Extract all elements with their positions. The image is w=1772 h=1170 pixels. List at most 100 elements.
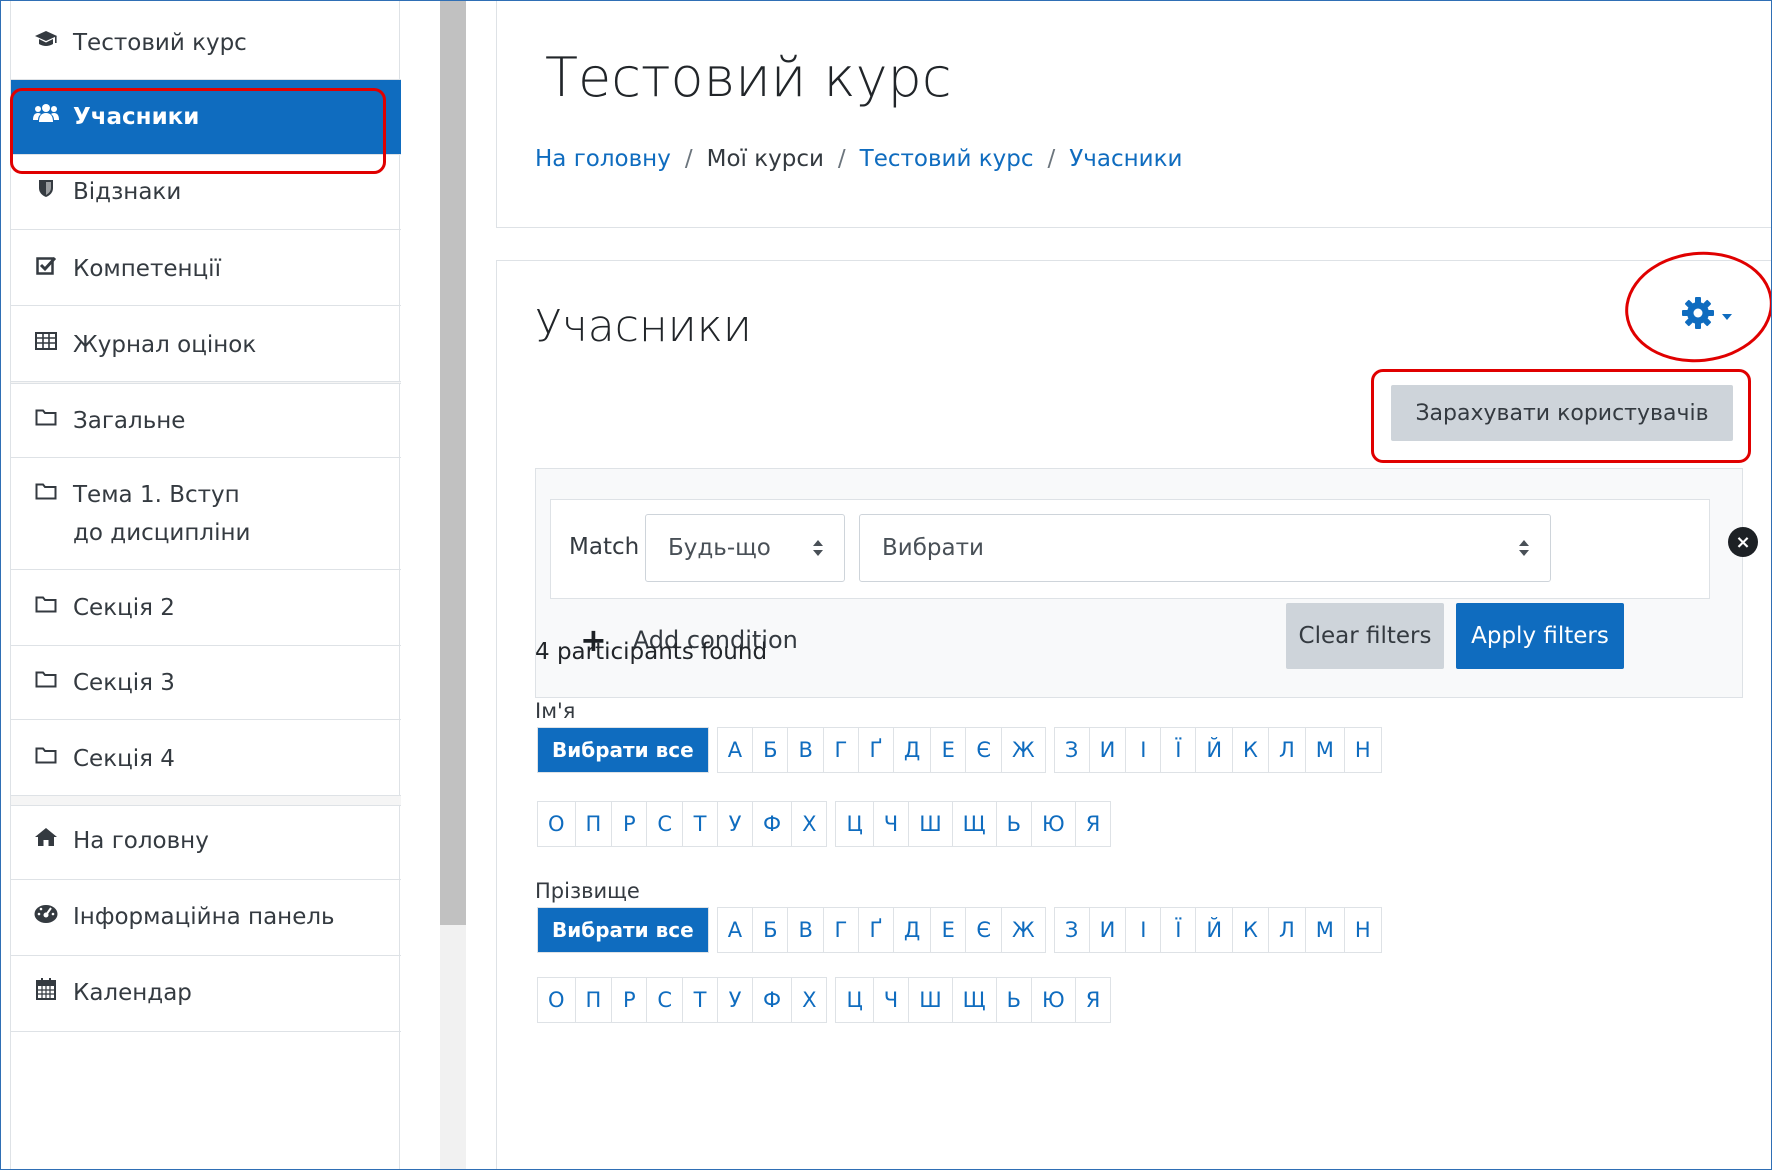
match-select[interactable]: Будь-що: [645, 514, 845, 582]
last-name-letter-button[interactable]: Т: [682, 977, 718, 1023]
sidebar-item-section-2[interactable]: Секція 2: [11, 570, 401, 646]
first-name-letter-button[interactable]: О: [537, 801, 576, 847]
enrol-users-button[interactable]: Зарахувати користувачів: [1391, 385, 1733, 441]
page-header: Тестовий курс На головну / Мої курси / Т…: [496, 0, 1772, 228]
last-name-letter-button[interactable]: В: [787, 907, 824, 953]
sidebar-item-label: Журнал оцінок: [73, 332, 257, 358]
first-name-letter-button[interactable]: А: [716, 727, 754, 773]
last-name-letter-button[interactable]: С: [646, 977, 683, 1023]
last-name-letter-button[interactable]: Ц: [835, 977, 874, 1023]
last-name-letter-button[interactable]: У: [717, 977, 753, 1023]
first-name-letter-button[interactable]: І: [1125, 727, 1162, 773]
first-name-letter-button[interactable]: Ш: [908, 801, 953, 847]
first-name-letter-button[interactable]: Х: [791, 801, 828, 847]
first-name-letter-button[interactable]: Ю: [1031, 801, 1076, 847]
first-name-letter-button[interactable]: К: [1232, 727, 1269, 773]
actions-menu-button[interactable]: [1681, 295, 1741, 335]
first-name-letter-button[interactable]: Л: [1267, 727, 1306, 773]
first-name-letter-button[interactable]: Д: [892, 727, 932, 773]
last-name-letter-button[interactable]: Б: [752, 907, 789, 953]
last-name-letter-button[interactable]: Ш: [908, 977, 953, 1023]
last-name-letter-button[interactable]: П: [574, 977, 613, 1023]
last-name-letter-button[interactable]: Щ: [951, 977, 997, 1023]
first-name-letter-button[interactable]: Ф: [752, 801, 793, 847]
last-name-letter-button[interactable]: Д: [892, 907, 932, 953]
breadcrumb-participants[interactable]: Учасники: [1069, 146, 1182, 172]
last-name-letter-button[interactable]: М: [1304, 907, 1345, 953]
condition-select-value: Вибрати: [882, 535, 984, 561]
sidebar-item-topic-1[interactable]: Тема 1. Вступ до дисципліни: [11, 458, 401, 570]
select-caret-icon: [813, 540, 823, 556]
first-name-select-all-button[interactable]: Вибрати все: [537, 727, 709, 773]
first-name-letter-button[interactable]: Ж: [1000, 727, 1046, 773]
last-name-letter-button[interactable]: З: [1053, 907, 1090, 953]
first-name-letter-button[interactable]: Б: [752, 727, 789, 773]
apply-filters-button[interactable]: Apply filters: [1456, 603, 1624, 669]
sidebar-item-dashboard[interactable]: Інформаційна панель: [11, 880, 401, 956]
first-name-letter-button[interactable]: Ь: [995, 801, 1033, 847]
last-name-letter-button[interactable]: Р: [611, 977, 648, 1023]
shield-icon: [31, 173, 61, 203]
first-name-letter-button[interactable]: С: [646, 801, 683, 847]
last-name-letter-button[interactable]: Ю: [1031, 977, 1076, 1023]
first-name-letter-button[interactable]: Ц: [835, 801, 874, 847]
first-name-letter-button[interactable]: Р: [611, 801, 648, 847]
sidebar-item-competencies[interactable]: Компетенції: [11, 230, 401, 306]
first-name-letter-button[interactable]: И: [1088, 727, 1127, 773]
clear-filters-button[interactable]: Clear filters: [1286, 603, 1444, 669]
last-name-select-all-button[interactable]: Вибрати все: [537, 907, 709, 953]
first-name-letter-button[interactable]: П: [574, 801, 613, 847]
last-name-letter-button[interactable]: Х: [791, 977, 828, 1023]
last-name-letter-button[interactable]: К: [1232, 907, 1269, 953]
sidebar-item-gradebook[interactable]: Журнал оцінок: [11, 306, 401, 382]
last-name-letter-button[interactable]: І: [1125, 907, 1162, 953]
last-name-letter-button[interactable]: И: [1088, 907, 1127, 953]
first-name-letter-button[interactable]: З: [1053, 727, 1090, 773]
first-name-letter-button[interactable]: Щ: [951, 801, 997, 847]
first-name-letter-button[interactable]: М: [1304, 727, 1345, 773]
last-name-letter-button[interactable]: Ч: [872, 977, 910, 1023]
sidebar-item-calendar[interactable]: Календар: [11, 956, 401, 1032]
sidebar-item-course[interactable]: Тестовий курс: [11, 0, 401, 80]
last-name-letter-button[interactable]: Й: [1195, 907, 1234, 953]
first-name-letter-button[interactable]: У: [717, 801, 753, 847]
last-name-letter-button[interactable]: О: [537, 977, 576, 1023]
folder-icon: [31, 476, 61, 506]
first-name-letter-button[interactable]: В: [787, 727, 824, 773]
last-name-letter-button[interactable]: Ф: [752, 977, 793, 1023]
course-sidebar: Тестовий курс Учасники Відзнаки Компетен…: [10, 0, 401, 1170]
scrollbar-thumb[interactable]: [440, 0, 466, 925]
remove-condition-icon[interactable]: ×: [1728, 527, 1758, 557]
first-name-letter-button[interactable]: Н: [1343, 727, 1382, 773]
first-name-letter-button[interactable]: Е: [930, 727, 967, 773]
last-name-letter-button[interactable]: Н: [1343, 907, 1382, 953]
select-caret-icon: [1519, 540, 1529, 556]
condition-select[interactable]: Вибрати: [859, 514, 1551, 582]
first-name-letter-button[interactable]: Ґ: [857, 727, 894, 773]
first-name-letter-button[interactable]: Г: [822, 727, 859, 773]
last-name-letter-button[interactable]: Ї: [1160, 907, 1197, 953]
last-name-letter-button[interactable]: Ь: [995, 977, 1033, 1023]
sidebar-item-section-4[interactable]: Секція 4: [11, 720, 401, 796]
first-name-letter-button[interactable]: Ч: [872, 801, 910, 847]
last-name-letter-button[interactable]: А: [716, 907, 754, 953]
sidebar-item-section-3[interactable]: Секція 3: [11, 646, 401, 720]
last-name-letter-button[interactable]: Я: [1074, 977, 1112, 1023]
breadcrumb-my-courses[interactable]: Мої курси: [707, 146, 824, 172]
last-name-letter-button[interactable]: Ж: [1000, 907, 1046, 953]
sidebar-item-general[interactable]: Загальне: [11, 384, 401, 458]
first-name-letter-button[interactable]: Є: [965, 727, 1002, 773]
sidebar-item-home[interactable]: На головну: [11, 806, 401, 880]
first-name-letters: Вибрати все А Б В Г Ґ Д Е Є Ж З И І Ї Й К Л М Н: [537, 727, 1382, 773]
last-name-letter-button[interactable]: Е: [930, 907, 967, 953]
last-name-letter-button[interactable]: Ґ: [857, 907, 894, 953]
first-name-letter-button[interactable]: Й: [1195, 727, 1234, 773]
last-name-letter-button[interactable]: Л: [1267, 907, 1306, 953]
first-name-letter-button[interactable]: Т: [682, 801, 718, 847]
last-name-letter-button[interactable]: Є: [965, 907, 1002, 953]
last-name-letter-button[interactable]: Г: [822, 907, 859, 953]
breadcrumb-home[interactable]: На головну: [535, 146, 671, 172]
first-name-letter-button[interactable]: Ї: [1160, 727, 1197, 773]
breadcrumb-course[interactable]: Тестовий курс: [860, 146, 1034, 172]
first-name-letter-button[interactable]: Я: [1074, 801, 1112, 847]
